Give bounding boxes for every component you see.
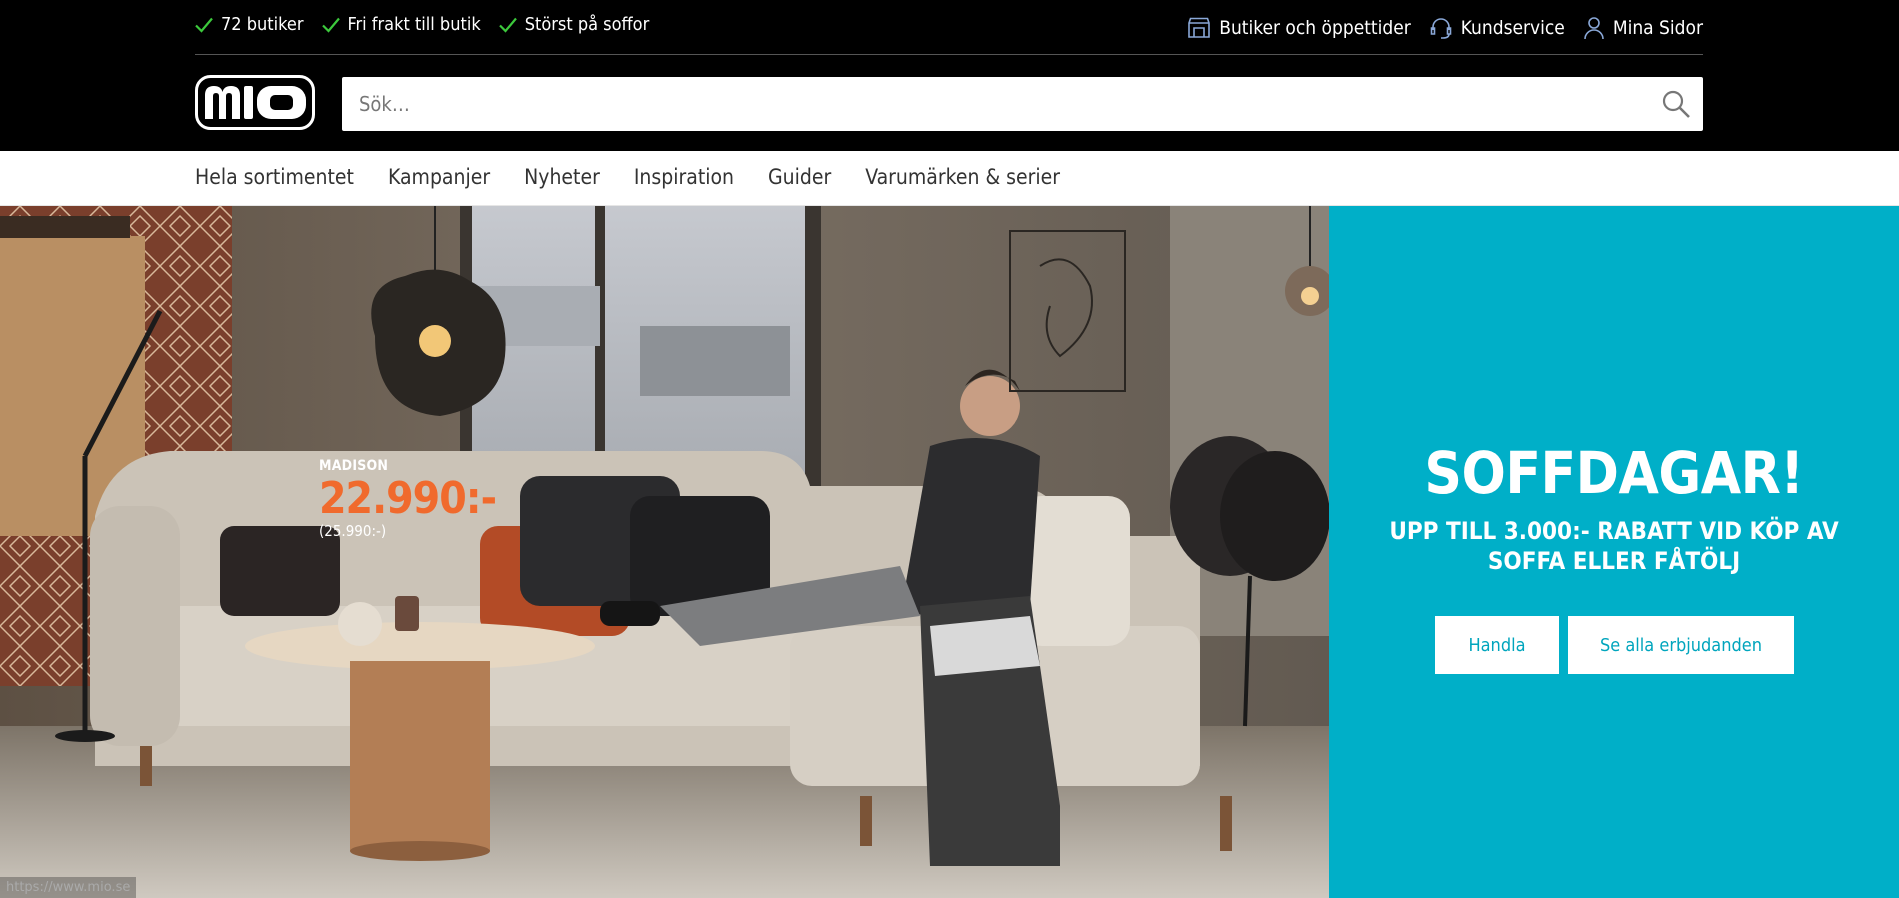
- nav-item-inspiration[interactable]: Inspiration: [634, 165, 734, 189]
- product-name: MADISON: [319, 458, 389, 474]
- all-offers-button[interactable]: Se alla erbjudanden: [1568, 616, 1794, 674]
- usp-item: 72 butiker: [195, 14, 304, 35]
- usp-list: 72 butiker Fri frakt till butik Störst p…: [195, 14, 649, 35]
- price-tag: MADISON 22.990:- (25.990:-): [319, 458, 497, 540]
- user-icon: [1583, 16, 1605, 40]
- customer-service-link[interactable]: Kundservice: [1429, 16, 1565, 40]
- stores-link[interactable]: Butiker och öppettider: [1187, 17, 1411, 39]
- nav-item-varumarken-serier[interactable]: Varumärken & serier: [865, 165, 1060, 189]
- check-icon: [498, 17, 517, 33]
- promo-panel: SOFFDAGAR! UPP TILL 3.000:- RABATT VID K…: [1329, 206, 1899, 898]
- nav-item-hela-sortimentet[interactable]: Hela sortimentet: [195, 165, 354, 189]
- product-price: 22.990:-: [319, 473, 497, 524]
- stores-label: Butiker och öppettider: [1219, 17, 1411, 39]
- usp-label: Fri frakt till butik: [347, 14, 481, 35]
- search-input[interactable]: [342, 77, 1622, 131]
- hero-image[interactable]: MADISON 22.990:- (25.990:-) https://www.…: [0, 206, 1329, 898]
- my-pages-link[interactable]: Mina Sidor: [1583, 16, 1703, 40]
- usp-item: Störst på soffor: [498, 14, 650, 35]
- check-icon: [195, 17, 213, 33]
- customer-service-label: Kundservice: [1460, 17, 1565, 39]
- my-pages-label: Mina Sidor: [1612, 17, 1703, 39]
- mio-logo[interactable]: [195, 75, 315, 130]
- nav-item-guider[interactable]: Guider: [768, 165, 831, 189]
- product-old-price: (25.990:-): [319, 522, 387, 540]
- usp-label: 72 butiker: [221, 14, 304, 35]
- check-icon: [321, 17, 340, 33]
- site-header: 72 butiker Fri frakt till butik Störst p…: [0, 0, 1899, 151]
- shop-button[interactable]: Handla: [1435, 616, 1559, 674]
- nav-item-nyheter[interactable]: Nyheter: [524, 165, 600, 189]
- utility-links: Butiker och öppettider Kundservice Mina …: [1187, 16, 1703, 40]
- search-icon[interactable]: [1661, 89, 1691, 123]
- main-nav: Hela sortimentet Kampanjer Nyheter Inspi…: [0, 151, 1899, 206]
- search-bar: [342, 77, 1703, 131]
- store-icon: [1187, 17, 1211, 39]
- status-bar-url: https://www.mio.se: [0, 877, 137, 898]
- promo-subtitle: UPP TILL 3.000:- RABATT VID KÖP AV SOFFA…: [1389, 517, 1839, 575]
- promo-buttons: Handla Se alla erbjudanden: [1435, 616, 1794, 674]
- hero-banner: MADISON 22.990:- (25.990:-) https://www.…: [0, 206, 1899, 898]
- usp-label: Störst på soffor: [524, 14, 650, 35]
- usp-item: Fri frakt till butik: [321, 14, 481, 35]
- headset-icon: [1429, 16, 1453, 40]
- nav-item-kampanjer[interactable]: Kampanjer: [388, 165, 490, 189]
- promo-title: SOFFDAGAR!: [1424, 439, 1804, 507]
- header-divider: [195, 54, 1703, 55]
